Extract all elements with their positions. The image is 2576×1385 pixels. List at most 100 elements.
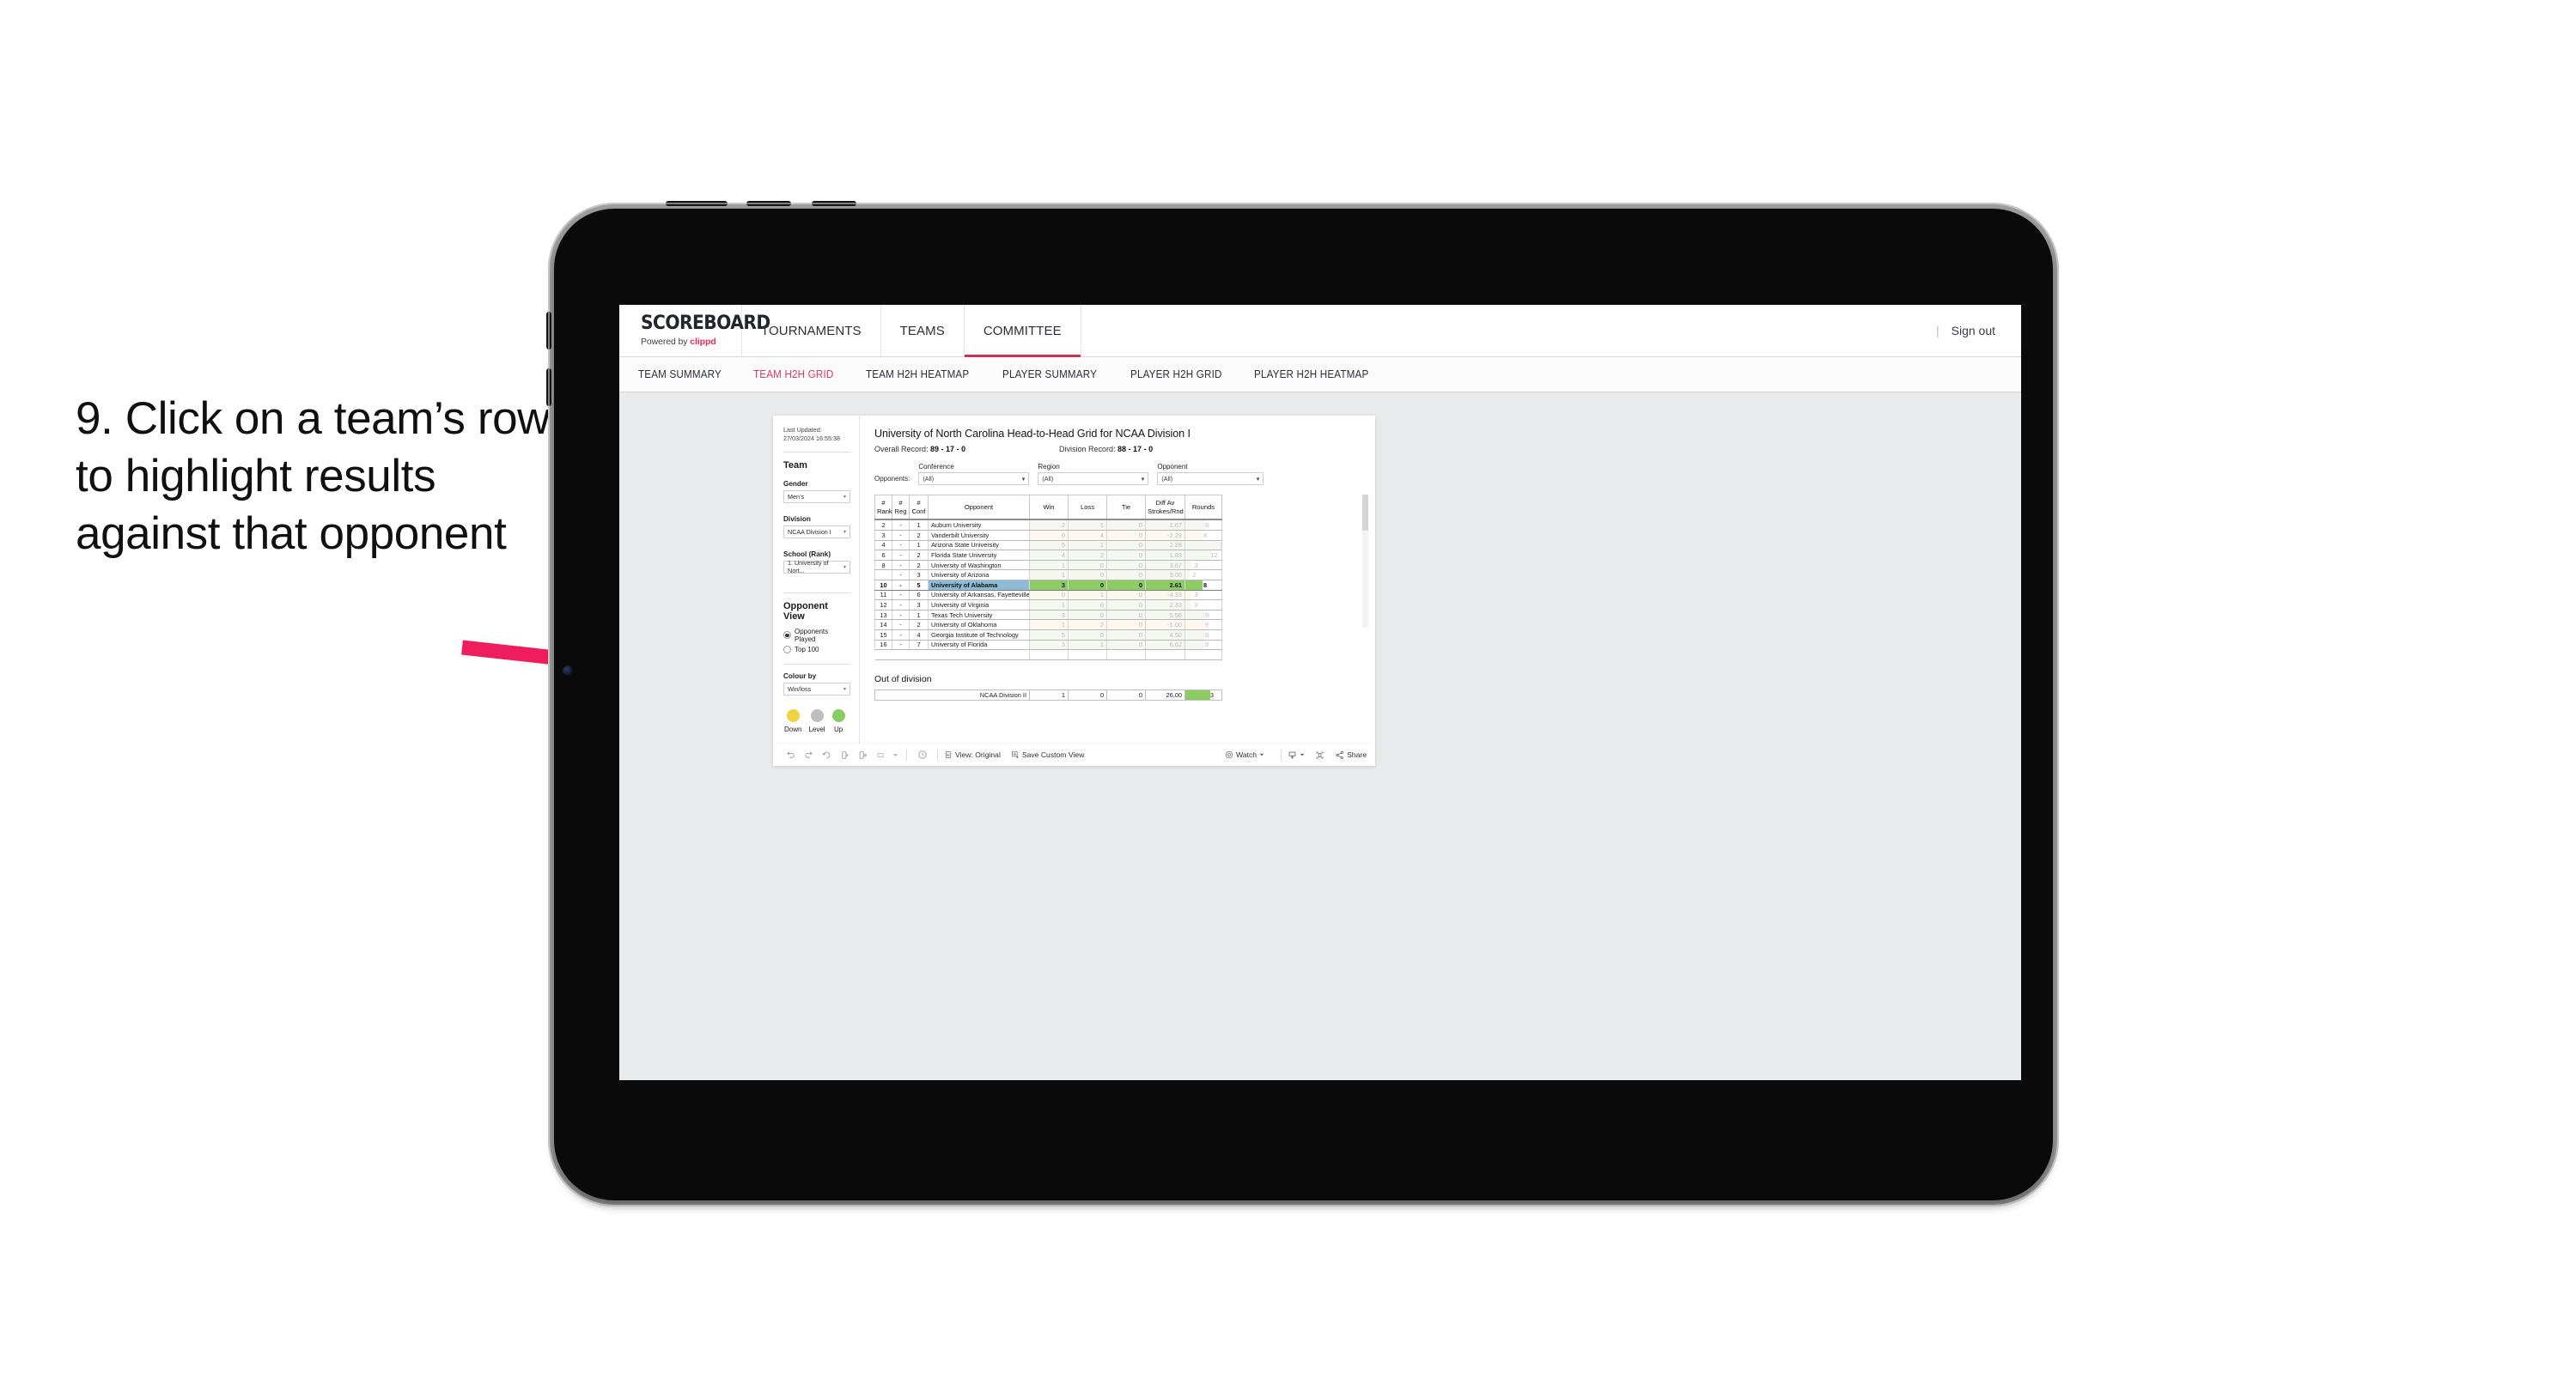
pause-updates-icon[interactable]	[854, 744, 872, 766]
table-row[interactable]: 2-1 Auburn University 2 1 0 1.67 9	[874, 519, 1222, 532]
save-custom-view-button[interactable]: Save Custom View	[1011, 750, 1084, 759]
table-row[interactable]: 15-4 Georgia Institute of Technology 5 0 0 4.…	[874, 629, 1222, 641]
nav-tab-teams[interactable]: TEAMS	[881, 305, 965, 356]
rounds-bar	[1185, 570, 1190, 580]
legend-swatch-up	[831, 708, 845, 722]
nav-tab-committee[interactable]: COMMITTEE	[964, 305, 1081, 357]
rounds-bar	[1185, 590, 1192, 599]
cell-conf: 2	[909, 530, 929, 541]
table-row[interactable]: 10-5 University of Alabama 3 0 0 2.61 8	[874, 580, 1222, 591]
subtab-team-h2h-heatmap[interactable]: TEAM H2H HEATMAP	[866, 368, 969, 380]
cell-tie: 0	[1106, 580, 1146, 591]
gender-select[interactable]: Men’s ▾	[783, 489, 850, 503]
divider	[783, 592, 850, 593]
nav-tab-tournaments[interactable]: TOURNAMENTS	[742, 305, 881, 356]
cell-empty	[892, 649, 910, 660]
redo-icon[interactable]	[800, 744, 818, 766]
last-updated-text: Last Updated: 27/03/2024 16:55:38	[783, 426, 840, 443]
rounds-bar	[1185, 540, 1221, 550]
col-tie: Tie	[1106, 495, 1146, 521]
filter-region-select[interactable]: (All) ▾	[1038, 472, 1149, 485]
table-row[interactable]: 11-6 University of Arkansas, Fayetteville…	[874, 590, 1222, 601]
radio-opponents-played[interactable]: Opponents Played	[783, 628, 850, 643]
chevron-down-icon: ▾	[843, 686, 846, 692]
ood-rounds: 3	[1184, 689, 1222, 702]
filter-conference-select[interactable]: (All) ▾	[918, 472, 1030, 485]
cell-conf: 1	[909, 540, 929, 551]
col-reg-line2: Reg	[894, 507, 907, 515]
subtab-team-h2h-grid[interactable]: TEAM H2H GRID	[753, 368, 833, 380]
table-row[interactable]: 8-2 University of Washington 1 0 0 3.67 3	[874, 560, 1222, 571]
cell-tie: 0	[1106, 540, 1146, 551]
division-value: NCAA Division I	[788, 527, 831, 536]
divider	[783, 451, 850, 453]
col-rank: # Rank	[874, 495, 892, 521]
grid-scrollbar[interactable]	[1362, 495, 1368, 531]
tablet-screen: SCOREBOARD Powered by clippd TOURNAMENTS…	[619, 305, 2021, 1080]
table-row[interactable]: 13-1 Texas Tech University 3 0 0 5.56 9	[874, 610, 1222, 621]
rounds-bar	[1185, 610, 1205, 619]
cell-diff: 9.00	[1145, 569, 1185, 580]
out-of-division-heading: Out of division	[874, 673, 932, 684]
cell-opponent: University of Florida	[928, 640, 1030, 651]
chevron-down-icon	[1300, 753, 1305, 756]
download-button[interactable]	[1288, 750, 1305, 760]
ood-win: 1	[1029, 689, 1069, 702]
cell-tie: 0	[1106, 550, 1146, 561]
watch-button[interactable]: Watch	[1225, 750, 1264, 759]
sign-out-link[interactable]: Sign out	[1952, 324, 1995, 337]
record-summary: Overall Record: 89 - 17 - 0 Division Rec…	[874, 445, 1361, 453]
cell-diff: 5.56	[1145, 610, 1185, 621]
overall-record-value: 89 - 17 - 0	[930, 445, 966, 453]
table-row[interactable]: 16-7 University of Florida 3 1 0 6.62 9	[874, 640, 1222, 651]
subtab-player-h2h-grid[interactable]: PLAYER H2H GRID	[1130, 368, 1222, 380]
filter-opponent-select[interactable]: (All) ▾	[1157, 472, 1264, 485]
cell-rank	[874, 569, 892, 580]
radio-top-100[interactable]: Top 100	[783, 645, 850, 653]
cell-tie: 0	[1106, 629, 1146, 641]
col-diff-line1: Diff Av	[1155, 499, 1175, 507]
cell-conf: 1	[909, 519, 929, 532]
cell-diff: -2.29	[1145, 530, 1185, 541]
table-row[interactable]: 3-2 Vanderbilt University 0 4 0 -2.29 8	[874, 530, 1222, 541]
view-pane: University of North Carolina Head-to-Hea…	[860, 416, 1375, 744]
refresh-data-icon[interactable]	[836, 744, 854, 766]
view-original-button[interactable]: View: Original	[944, 750, 1001, 759]
school-rank-select[interactable]: 1. University of Nort... ▾	[783, 559, 850, 574]
rounds-value: 3	[1194, 591, 1198, 599]
subtab-player-h2h-heatmap[interactable]: PLAYER H2H HEATMAP	[1254, 368, 1368, 380]
fullscreen-button[interactable]	[1315, 750, 1325, 760]
filter-conference: Conference (All) ▾	[918, 463, 1030, 485]
division-select[interactable]: NCAA Division I ▾	[783, 525, 850, 538]
highlight-icon[interactable]	[872, 744, 890, 766]
out-of-division-row[interactable]: NCAA Division II 1 0 0 26.00 3	[874, 689, 1222, 702]
table-row[interactable]: -3 University of Arizona 1 0 0 9.00 2	[874, 569, 1222, 580]
radio-label: Opponents Played	[795, 627, 829, 643]
cell-tie: 0	[1106, 560, 1146, 571]
cell-diff: 2.61	[1145, 580, 1185, 591]
clock-history-icon[interactable]	[913, 744, 931, 766]
overall-record: Overall Record: 89 - 17 - 0	[874, 445, 1059, 453]
cell-conf: 6	[909, 590, 929, 601]
device-button-top-1	[666, 201, 728, 206]
revert-icon[interactable]	[818, 744, 836, 766]
legend-item-level: Level	[808, 708, 825, 733]
cell-loss: 0	[1068, 599, 1107, 610]
share-button[interactable]: Share	[1335, 750, 1367, 760]
table-row[interactable]: 6-2 Florida State University 4 2 0 1.83 12	[874, 550, 1222, 561]
table-row[interactable]: 14-2 University of Oklahoma 1 2 0 -1.00 9	[874, 619, 1222, 630]
subtab-team-summary[interactable]: TEAM SUMMARY	[638, 368, 722, 380]
table-row[interactable]: 4-1Arizona State University5102.2817	[874, 540, 1222, 551]
chevron-down-icon[interactable]	[890, 744, 900, 766]
undo-icon[interactable]	[782, 744, 800, 766]
cell-rounds: 9	[1184, 629, 1222, 641]
subtab-player-summary[interactable]: PLAYER SUMMARY	[1002, 368, 1097, 380]
cell-tie: 0	[1106, 519, 1146, 532]
cell-opponent: University of Arizona	[928, 569, 1030, 580]
colour-by-select[interactable]: Win/loss ▾	[783, 682, 850, 696]
cell-rounds: 9	[1184, 640, 1222, 651]
table-row[interactable]: 12-3 University of Virginia 1 0 0 2.33 3	[874, 599, 1222, 610]
rounds-value: 3	[1194, 561, 1198, 569]
cell-rounds: 9	[1184, 519, 1222, 532]
app-top-bar: SCOREBOARD Powered by clippd TOURNAMENTS…	[619, 305, 2021, 357]
